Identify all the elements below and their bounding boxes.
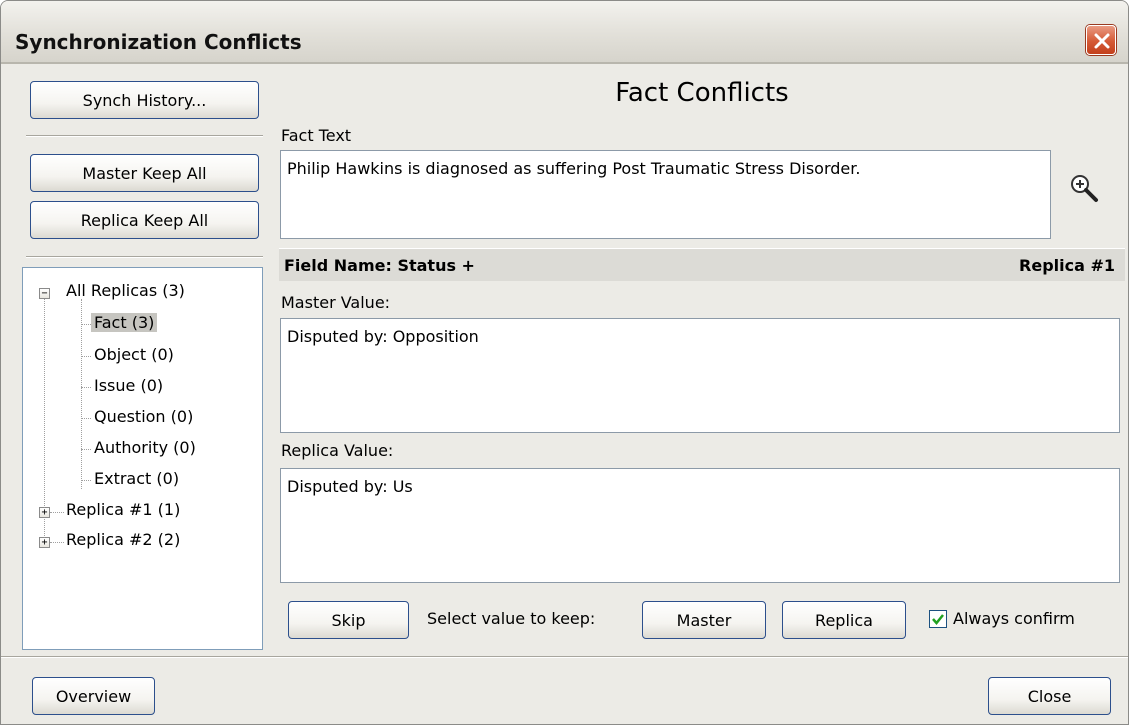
tree-item-extract[interactable]: Extract (0) (91, 469, 182, 488)
sidebar-divider (26, 135, 263, 137)
window-title: Synchronization Conflicts (15, 30, 302, 54)
panel-title: Fact Conflicts (615, 78, 789, 108)
always-confirm-label[interactable]: Always confirm (953, 609, 1075, 628)
collapse-icon[interactable]: − (39, 288, 50, 299)
synch-history-button[interactable]: Synch History... (30, 81, 259, 119)
replica-value-field[interactable]: Disputed by: Us (280, 468, 1120, 583)
fact-text-field[interactable]: Philip Hawkins is diagnosed as suffering… (280, 150, 1051, 239)
replica-button[interactable]: Replica (782, 601, 906, 639)
tree-item-issue[interactable]: Issue (0) (91, 376, 166, 395)
close-button[interactable]: Close (988, 677, 1111, 715)
expand-icon[interactable]: + (39, 507, 50, 518)
zoom-in-icon[interactable] (1069, 173, 1099, 203)
close-window-button[interactable] (1086, 25, 1116, 55)
tree-connector (81, 324, 91, 325)
field-header: Field Name: Status + Replica #1 (279, 248, 1125, 281)
replica-value-label: Replica Value: (281, 441, 394, 460)
tree-item-question[interactable]: Question (0) (91, 407, 196, 426)
master-keep-all-button[interactable]: Master Keep All (30, 154, 259, 192)
tree-item-replica-2[interactable]: Replica #2 (2) (63, 530, 183, 549)
master-button[interactable]: Master (642, 601, 766, 639)
tree-item-fact[interactable]: Fact (3) (91, 313, 158, 332)
dialog-body: Synch History... Master Keep All Replica… (1, 66, 1128, 656)
tree-connector (50, 542, 64, 543)
tree-connector (81, 387, 91, 388)
always-confirm-checkbox[interactable] (929, 610, 947, 628)
replica-keep-all-button[interactable]: Replica Keep All (30, 201, 259, 239)
close-icon (1094, 33, 1110, 49)
master-value-field[interactable]: Disputed by: Opposition (280, 318, 1120, 433)
tree-connector (44, 299, 45, 542)
master-value-label: Master Value: (281, 293, 391, 312)
tree-item-object[interactable]: Object (0) (91, 345, 177, 364)
tree-item-all-replicas[interactable]: All Replicas (3) (63, 281, 188, 300)
replica-tree[interactable]: − All Replicas (3) Fact (3) Object (0) I… (22, 267, 263, 650)
select-value-label: Select value to keep: (427, 609, 596, 628)
dialog-footer: Overview Close (1, 656, 1128, 724)
tree-connector (81, 449, 91, 450)
footer-divider (1, 657, 1128, 658)
sidebar-divider (26, 256, 263, 258)
expand-icon[interactable]: + (39, 537, 50, 548)
overview-button[interactable]: Overview (32, 677, 155, 715)
field-name: Field Name: Status + (284, 256, 475, 275)
tree-connector (81, 418, 91, 419)
tree-item-replica-1[interactable]: Replica #1 (1) (63, 500, 183, 519)
skip-button[interactable]: Skip (288, 601, 409, 639)
tree-connector (81, 299, 82, 489)
tree-connector (81, 480, 91, 481)
dialog-window: Synchronization Conflicts Synch History.… (0, 0, 1129, 725)
checkmark-icon (932, 614, 944, 625)
tree-item-authority[interactable]: Authority (0) (91, 438, 199, 457)
tree-connector (81, 356, 91, 357)
tree-connector (50, 512, 64, 513)
replica-name: Replica #1 (1019, 256, 1115, 275)
fact-text-label: Fact Text (281, 126, 352, 145)
title-bar[interactable]: Synchronization Conflicts (1, 1, 1128, 64)
